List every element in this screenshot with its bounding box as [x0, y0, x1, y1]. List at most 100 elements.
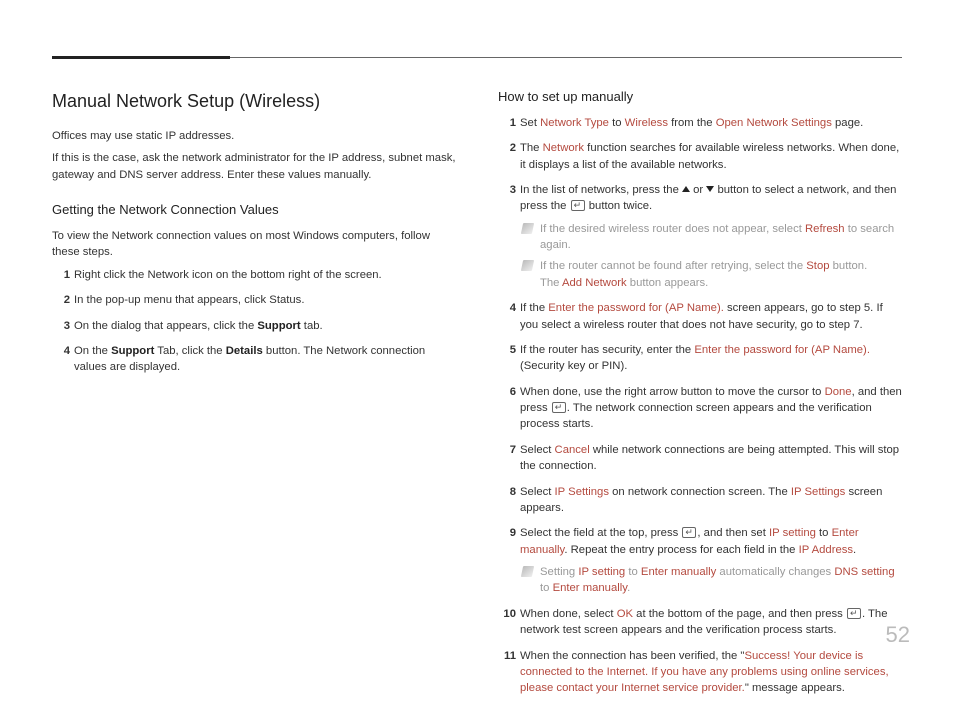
- step-1: Right click the Network icon on the bott…: [52, 267, 456, 283]
- text: .: [853, 544, 856, 556]
- step-3: In the list of networks, press the or bu…: [498, 182, 902, 291]
- step-4: If the Enter the password for (AP Name).…: [498, 300, 902, 333]
- text: " message appears.: [745, 682, 845, 694]
- cancel-label: Cancel: [555, 444, 590, 456]
- steps-left: Right click the Network icon on the bott…: [52, 267, 456, 376]
- left-column: Manual Network Setup (Wireless) Offices …: [52, 84, 456, 706]
- done-label: Done: [825, 386, 852, 398]
- page-number: 52: [886, 619, 910, 651]
- text: button twice.: [586, 200, 653, 212]
- text: Select the field at the top, press: [520, 527, 681, 539]
- text: (Security key or PIN).: [520, 360, 627, 372]
- intro-para-1: Offices may use static IP addresses.: [52, 128, 456, 144]
- refresh-label: Refresh: [805, 223, 845, 235]
- text: On the: [74, 345, 111, 357]
- ok-label: OK: [617, 608, 633, 620]
- ip-settings-label: IP Settings: [791, 486, 845, 498]
- step-7: Select Cancel while network connections …: [498, 442, 902, 475]
- step-8: Select IP Settings on network connection…: [498, 484, 902, 517]
- text: If the router has security, enter the: [520, 344, 694, 356]
- enter-password-label: Enter the password for (AP Name).: [694, 344, 870, 356]
- text: to: [540, 582, 553, 594]
- steps-right: Set Network Type to Wireless from the Op…: [498, 115, 902, 697]
- text: page.: [832, 117, 863, 129]
- step-6: When done, use the right arrow button to…: [498, 384, 902, 433]
- text: On the dialog that appears, click the: [74, 320, 257, 332]
- text: . Repeat the entry process for each fiel…: [564, 544, 798, 556]
- text: Setting: [540, 566, 578, 578]
- step-5: If the router has security, enter the En…: [498, 342, 902, 375]
- ip-settings-label: IP Settings: [555, 486, 609, 498]
- text: to: [609, 117, 625, 129]
- wireless-label: Wireless: [625, 117, 668, 129]
- text: If the router cannot be found after retr…: [540, 260, 806, 272]
- note-stop: If the router cannot be found after retr…: [522, 258, 902, 291]
- text: If the desired wireless router does not …: [540, 223, 805, 235]
- text: In the list of networks, press the: [520, 184, 682, 196]
- text: button.: [830, 260, 868, 272]
- text: .: [627, 582, 630, 594]
- text: When done, use the right arrow button to…: [520, 386, 825, 398]
- intro-para-2: If this is the case, ask the network adm…: [52, 150, 456, 183]
- text: or: [690, 184, 706, 196]
- text: When done, select: [520, 608, 617, 620]
- step-text: In the pop-up menu that appears, click S…: [74, 294, 304, 306]
- ip-address-label: IP Address: [799, 544, 853, 556]
- top-rule: [52, 56, 902, 60]
- text: to: [816, 527, 832, 539]
- note-refresh: If the desired wireless router does not …: [522, 221, 902, 254]
- ip-setting-label: IP setting: [769, 527, 816, 539]
- notes-block: If the desired wireless router does not …: [522, 221, 902, 292]
- text: Select: [520, 444, 555, 456]
- dns-setting-label: DNS setting: [834, 566, 894, 578]
- stop-label: Stop: [806, 260, 829, 272]
- note-dns: Setting IP setting to Enter manually aut…: [522, 564, 902, 597]
- enter-password-label: Enter the password for (AP Name).: [548, 302, 724, 314]
- text: The: [520, 142, 543, 154]
- text: , and then set: [697, 527, 769, 539]
- step-2: In the pop-up menu that appears, click S…: [52, 292, 456, 308]
- text: tab.: [301, 320, 323, 332]
- step-1: Set Network Type to Wireless from the Op…: [498, 115, 902, 131]
- network-type-label: Network Type: [540, 117, 609, 129]
- support-label: Support: [111, 345, 154, 357]
- text: If the: [520, 302, 548, 314]
- text: The: [540, 277, 562, 289]
- step-2: The Network function searches for availa…: [498, 140, 902, 173]
- text: Select: [520, 486, 555, 498]
- text: from the: [668, 117, 716, 129]
- text: to: [625, 566, 641, 578]
- subsection-title-manual: How to set up manually: [498, 88, 902, 107]
- step-4: On the Support Tab, click the Details bu…: [52, 343, 456, 376]
- text: automatically changes: [716, 566, 834, 578]
- enter-icon: [552, 402, 566, 413]
- support-label: Support: [257, 320, 300, 332]
- step-9: Select the field at the top, press , and…: [498, 525, 902, 597]
- enter-icon: [571, 200, 585, 211]
- section-title: Manual Network Setup (Wireless): [52, 88, 456, 114]
- add-network-label: Add Network: [562, 277, 627, 289]
- page: Manual Network Setup (Wireless) Offices …: [0, 0, 954, 706]
- text: button appears.: [627, 277, 709, 289]
- enter-icon: [847, 608, 861, 619]
- enter-manually-label: Enter manually: [553, 582, 628, 594]
- step-text: Right click the Network icon on the bott…: [74, 269, 382, 281]
- enter-icon: [682, 527, 696, 538]
- network-label: Network: [543, 142, 584, 154]
- text: . The network connection screen appears …: [520, 402, 872, 430]
- enter-manually-label: Enter manually: [641, 566, 716, 578]
- text: Tab, click the: [154, 345, 225, 357]
- subsection-title-values: Getting the Network Connection Values: [52, 201, 456, 220]
- arrow-up-icon: [682, 186, 690, 192]
- text: Set: [520, 117, 540, 129]
- text: at the bottom of the page, and then pres…: [633, 608, 846, 620]
- step-11: When the connection has been verified, t…: [498, 648, 902, 697]
- details-label: Details: [226, 345, 263, 357]
- right-column: How to set up manually Set Network Type …: [498, 84, 902, 706]
- step-10: When done, select OK at the bottom of th…: [498, 606, 902, 639]
- text: When the connection has been verified, t…: [520, 650, 744, 662]
- values-intro: To view the Network connection values on…: [52, 228, 456, 261]
- step-3: On the dialog that appears, click the Su…: [52, 318, 456, 334]
- text: on network connection screen. The: [609, 486, 791, 498]
- ip-setting-label: IP setting: [578, 566, 625, 578]
